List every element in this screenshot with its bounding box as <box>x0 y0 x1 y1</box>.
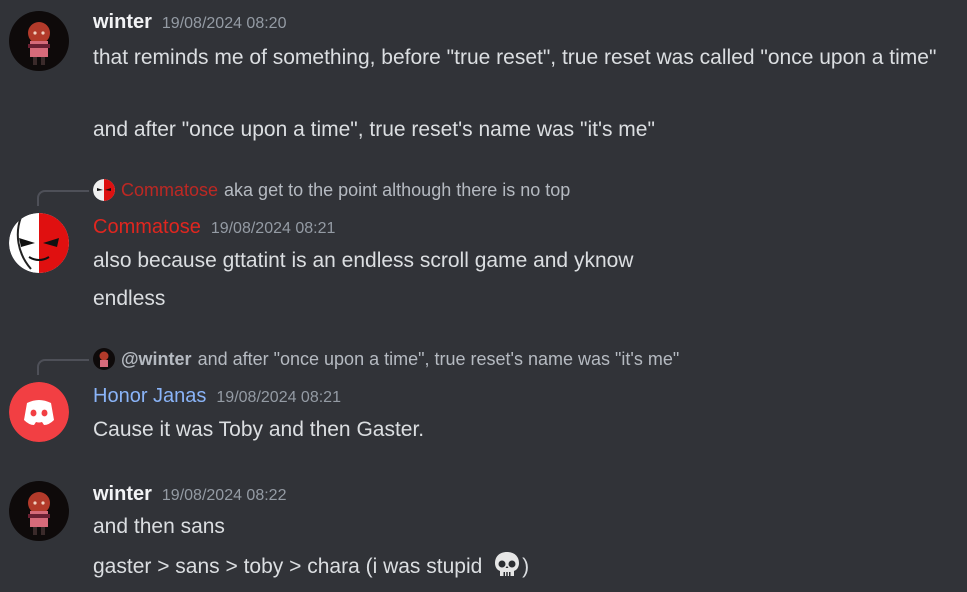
avatar-image <box>9 213 69 273</box>
message-text: and after "once upon a time", true reset… <box>93 118 655 141</box>
message-text: also because gttatint is an endless scro… <box>93 249 634 272</box>
timestamp: 19/08/2024 08:20 <box>161 15 287 32</box>
timestamp: 19/08/2024 08:22 <box>161 487 287 504</box>
reply-text: and after "once upon a time", true reset… <box>197 348 680 369</box>
message-header: Commatose 19/08/2024 08:21 <box>93 216 335 239</box>
discord-logo-icon <box>9 382 69 442</box>
skull-emoji-icon <box>495 552 520 576</box>
avatar-winter[interactable] <box>9 11 69 71</box>
message-header: Honor Janas 19/08/2024 08:21 <box>93 385 341 408</box>
reply-reference[interactable]: @winter and after "once upon a time", tr… <box>93 348 679 370</box>
timestamp: 19/08/2024 08:21 <box>210 220 336 237</box>
avatar-honor-janas[interactable] <box>9 382 69 442</box>
message-text: and then sans <box>93 515 225 538</box>
message-header: winter 19/08/2024 08:22 <box>93 483 286 506</box>
message-text: endless <box>93 287 166 310</box>
message-commatose[interactable]: Commatose aka get to the point although … <box>0 176 967 316</box>
author-name[interactable]: Honor Janas <box>93 385 206 407</box>
message-text: that reminds me of something, before "tr… <box>93 46 937 69</box>
message-winter-2[interactable]: winter 19/08/2024 08:22 and then sans gas… <box>0 470 967 592</box>
message-text: gaster > sans > toby > chara (i was stup… <box>93 550 959 583</box>
message-text: Cause it was Toby and then Gaster. <box>93 418 425 441</box>
message-honor-janas[interactable]: @winter and after "once upon a time", tr… <box>0 345 967 455</box>
message-header: winter 19/08/2024 08:20 <box>93 11 286 34</box>
message-text-segment: gaster > sans > toby > chara (i was stup… <box>93 555 489 578</box>
chat-log: winter 19/08/2024 08:20 that reminds me o… <box>0 0 967 592</box>
timestamp: 19/08/2024 08:21 <box>216 389 341 406</box>
message-text-segment: ) <box>522 555 530 578</box>
avatar-commatose[interactable] <box>9 213 69 273</box>
message-winter-1[interactable]: winter 19/08/2024 08:20 that reminds me o… <box>0 0 967 160</box>
avatar-winter[interactable] <box>9 481 69 541</box>
author-name[interactable]: winter <box>93 483 152 505</box>
avatar-image <box>9 11 69 71</box>
reply-text: aka get to the point although there is n… <box>224 179 571 200</box>
avatar-image <box>9 481 69 541</box>
author-name[interactable]: Commatose <box>93 216 201 238</box>
reply-avatar-commatose <box>93 179 115 201</box>
reply-reference[interactable]: Commatose aka get to the point although … <box>93 179 570 201</box>
reply-author[interactable]: @winter <box>121 349 192 370</box>
reply-avatar-winter <box>93 348 115 370</box>
reply-author[interactable]: Commatose <box>121 180 218 201</box>
author-name[interactable]: winter <box>93 11 152 33</box>
